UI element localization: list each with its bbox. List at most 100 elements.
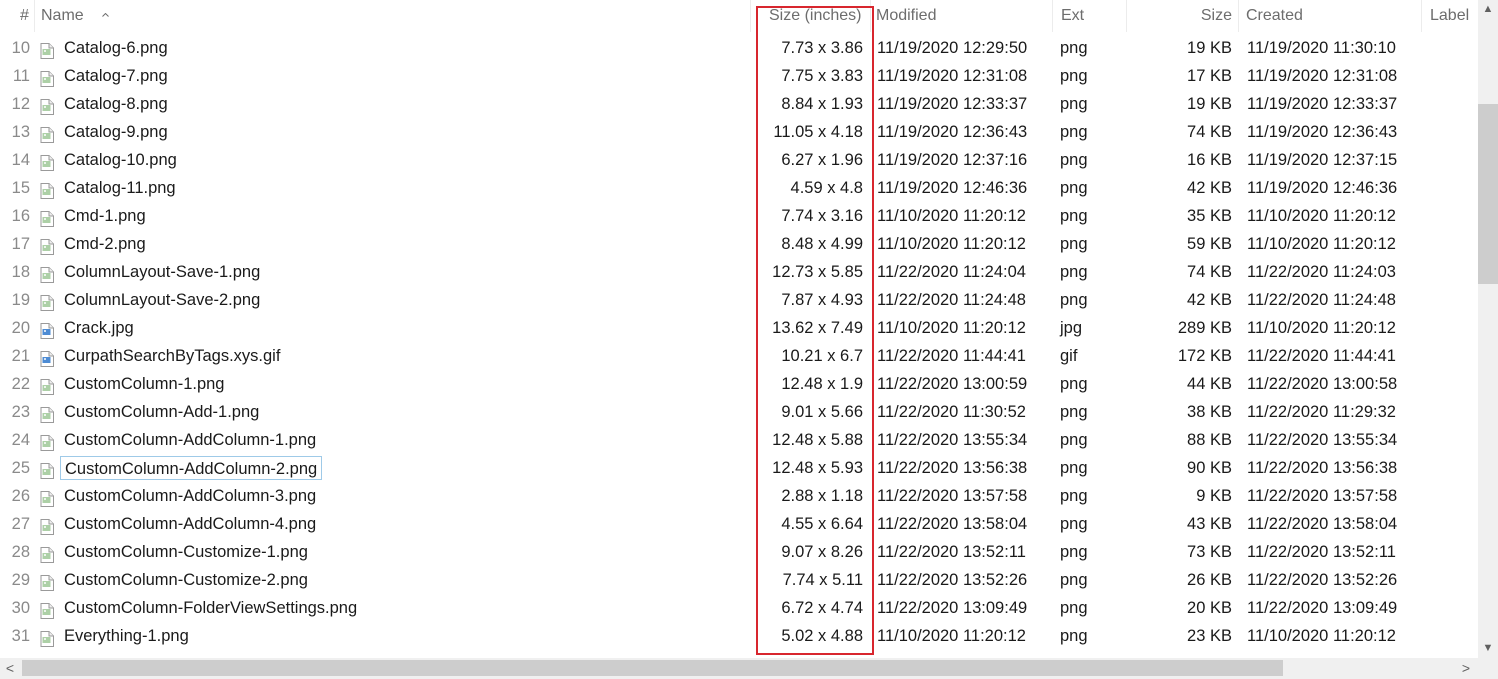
file-ext: png <box>1060 207 1088 225</box>
vertical-scrollbar[interactable]: ▲ ▼ <box>1478 0 1498 658</box>
column-header-modified[interactable]: Modified <box>876 0 936 32</box>
file-size: 38 KB <box>1187 403 1232 421</box>
file-name[interactable]: CustomColumn-1.png <box>64 370 225 398</box>
file-name[interactable]: Crack.jpg <box>64 314 134 342</box>
row-number: 13 <box>11 123 30 141</box>
file-name[interactable]: Catalog-7.png <box>64 62 168 90</box>
file-name[interactable]: Cmd-2.png <box>64 230 146 258</box>
file-row[interactable]: 15 Catalog-11.png 4.59 x 4.8 11/19/2020 12:… <box>0 174 1478 202</box>
file-row[interactable]: 18 ColumnLayout-Save-1.png 12.73 x 5.85 11/… <box>0 258 1478 286</box>
row-number: 20 <box>11 319 30 337</box>
file-name[interactable]: CustomColumn-Customize-2.png <box>64 566 308 594</box>
file-dimensions: 11.05 x 4.18 <box>773 123 863 141</box>
row-number: 27 <box>11 515 30 533</box>
focused-file-name[interactable]: CustomColumn-AddColumn-2.png <box>60 456 323 480</box>
file-name[interactable]: Catalog-8.png <box>64 90 168 118</box>
file-dimensions: 12.48 x 5.88 <box>772 431 863 449</box>
file-row[interactable]: 25 CustomColumn-AddColumn-2.png 12.48 x 5.… <box>0 454 1478 482</box>
file-created: 11/22/2020 13:52:11 <box>1247 543 1396 561</box>
file-row[interactable]: 27 CustomColumn-AddColumn-4.png 4.55 x 6.6… <box>0 510 1478 538</box>
file-row[interactable]: 31 Everything-1.png 5.02 x 4.88 11/10/2020 … <box>0 622 1478 650</box>
file-row[interactable]: 28 CustomColumn-Customize-1.png 9.07 x 8.2… <box>0 538 1478 566</box>
file-dimensions: 4.55 x 6.64 <box>781 515 863 533</box>
png-file-icon <box>40 488 54 507</box>
file-name[interactable]: CurpathSearchByTags.xys.gif <box>64 342 280 370</box>
file-dimensions: 10.21 x 6.7 <box>781 347 863 365</box>
column-header-name[interactable]: Name <box>41 0 84 32</box>
file-row[interactable]: 19 ColumnLayout-Save-2.png 7.87 x 4.93 11/2… <box>0 286 1478 314</box>
file-row[interactable]: 11 Catalog-7.png 7.75 x 3.83 11/19/2020 12:… <box>0 62 1478 90</box>
file-modified: 11/22/2020 11:44:41 <box>877 347 1026 365</box>
file-row[interactable]: 10 Catalog-6.png 7.73 x 3.86 11/19/2020 12:… <box>0 34 1478 62</box>
column-divider[interactable] <box>1238 0 1239 32</box>
column-divider[interactable] <box>34 0 35 32</box>
file-created: 11/19/2020 12:31:08 <box>1247 67 1398 85</box>
file-row[interactable]: 17 Cmd-2.png 8.48 x 4.99 11/10/2020 11:20:1… <box>0 230 1478 258</box>
row-number: 12 <box>11 95 30 113</box>
scroll-left-arrow-icon[interactable]: < <box>4 661 16 675</box>
vertical-scroll-thumb[interactable] <box>1478 104 1498 284</box>
file-ext: png <box>1060 543 1088 561</box>
scroll-down-arrow-icon[interactable]: ▼ <box>1482 642 1494 654</box>
column-header-dimensions[interactable]: Size (inches) <box>769 0 861 32</box>
file-row[interactable]: 16 Cmd-1.png 7.74 x 3.16 11/10/2020 11:20:1… <box>0 202 1478 230</box>
file-created: 11/22/2020 13:57:58 <box>1247 487 1398 505</box>
file-name[interactable]: ColumnLayout-Save-1.png <box>64 258 260 286</box>
column-divider[interactable] <box>750 0 751 32</box>
file-created: 11/19/2020 12:46:36 <box>1247 179 1398 197</box>
file-row[interactable]: 22 CustomColumn-1.png 12.48 x 1.9 11/22/202… <box>0 370 1478 398</box>
column-header-number[interactable]: # <box>20 0 29 32</box>
column-header-size[interactable]: Size <box>1140 0 1232 32</box>
file-row[interactable]: 24 CustomColumn-AddColumn-1.png 12.48 x 5.… <box>0 426 1478 454</box>
file-name[interactable]: ColumnLayout-Save-2.png <box>64 286 260 314</box>
file-modified: 11/19/2020 12:33:37 <box>877 95 1028 113</box>
file-row[interactable]: 14 Catalog-10.png 6.27 x 1.96 11/19/2020 12… <box>0 146 1478 174</box>
file-row[interactable]: 12 Catalog-8.png 8.84 x 1.93 11/19/2020 12:… <box>0 90 1478 118</box>
file-size: 9 KB <box>1196 487 1232 505</box>
file-row[interactable]: 20 Crack.jpg 13.62 x 7.49 11/10/2020 11:20:… <box>0 314 1478 342</box>
column-header-created[interactable]: Created <box>1246 0 1303 32</box>
horizontal-scroll-thumb[interactable] <box>22 660 1283 676</box>
file-dimensions: 7.74 x 5.11 <box>782 571 863 589</box>
file-row[interactable]: 26 CustomColumn-AddColumn-3.png 2.88 x 1.1… <box>0 482 1478 510</box>
file-name[interactable]: Everything-1.png <box>64 622 189 650</box>
file-name[interactable]: CustomColumn-AddColumn-4.png <box>64 510 316 538</box>
scroll-up-arrow-icon[interactable]: ▲ <box>1482 3 1494 15</box>
column-header-label[interactable]: Label <box>1430 0 1469 32</box>
file-modified: 11/22/2020 11:30:52 <box>877 403 1026 421</box>
file-name[interactable]: Catalog-11.png <box>64 174 176 202</box>
file-size: 289 KB <box>1177 319 1232 337</box>
file-ext: png <box>1060 487 1088 505</box>
file-row[interactable]: 21 CurpathSearchByTags.xys.gif 10.21 x 6.7… <box>0 342 1478 370</box>
png-file-icon <box>40 432 54 451</box>
column-divider[interactable] <box>1052 0 1053 32</box>
file-name[interactable]: CustomColumn-Add-1.png <box>64 398 259 426</box>
horizontal-scrollbar[interactable]: < > <box>0 658 1478 679</box>
file-modified: 11/19/2020 12:36:43 <box>877 123 1028 141</box>
file-size: 23 KB <box>1187 627 1232 645</box>
file-name[interactable]: Cmd-1.png <box>64 202 146 230</box>
scroll-right-arrow-icon[interactable]: > <box>1460 661 1472 675</box>
file-name[interactable]: Catalog-6.png <box>64 34 168 62</box>
file-name[interactable]: Catalog-10.png <box>64 146 177 174</box>
column-divider[interactable] <box>1421 0 1422 32</box>
column-divider[interactable] <box>870 0 871 32</box>
file-name[interactable]: CustomColumn-AddColumn-3.png <box>64 482 316 510</box>
column-divider[interactable] <box>1126 0 1127 32</box>
file-name[interactable]: CustomColumn-AddColumn-1.png <box>64 426 316 454</box>
row-number: 23 <box>11 403 30 421</box>
file-dimensions: 4.59 x 4.8 <box>790 179 863 197</box>
file-name[interactable]: CustomColumn-Customize-1.png <box>64 538 308 566</box>
file-row[interactable]: 13 Catalog-9.png 11.05 x 4.18 11/19/2020 12… <box>0 118 1478 146</box>
column-header-ext[interactable]: Ext <box>1061 0 1084 32</box>
file-row[interactable]: 23 CustomColumn-Add-1.png 9.01 x 5.66 11/22… <box>0 398 1478 426</box>
file-size: 16 KB <box>1187 151 1232 169</box>
row-number: 21 <box>11 347 30 365</box>
file-row[interactable]: 29 CustomColumn-Customize-2.png 7.74 x 5.1… <box>0 566 1478 594</box>
file-name[interactable]: Catalog-9.png <box>64 118 168 146</box>
file-created: 11/22/2020 11:24:03 <box>1247 263 1396 281</box>
file-name[interactable]: CustomColumn-FolderViewSettings.png <box>64 594 357 622</box>
file-row[interactable]: 30 CustomColumn-FolderViewSettings.png 6.7… <box>0 594 1478 622</box>
file-size: 74 KB <box>1187 263 1232 281</box>
file-size: 74 KB <box>1187 123 1232 141</box>
